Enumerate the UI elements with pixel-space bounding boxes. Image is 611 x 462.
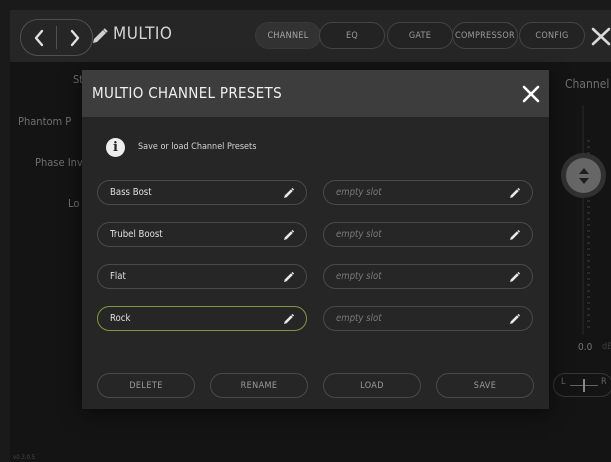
preset-slot-1[interactable]: Bass Bost [97, 180, 307, 205]
navigation-group [20, 19, 93, 56]
preset-slot-7[interactable]: Rock [97, 306, 307, 331]
preset-slot-6[interactable]: empty slot [323, 264, 533, 289]
tab-gate[interactable]: GATE [387, 22, 453, 49]
chevron-left-icon [34, 29, 43, 46]
rename-button[interactable]: RENAME [210, 373, 308, 398]
chevron-right-icon [70, 29, 79, 46]
preset-slot-4[interactable]: empty slot [323, 222, 533, 247]
pencil-icon[interactable] [283, 271, 295, 283]
pencil-icon[interactable] [509, 229, 521, 241]
save-button[interactable]: SAVE [436, 373, 534, 398]
preset-name: empty slot [336, 187, 382, 198]
preset-slot-5[interactable]: Flat [97, 264, 307, 289]
preset-slot-3[interactable]: Trubel Boost [97, 222, 307, 247]
next-button[interactable] [57, 20, 92, 55]
preset-name: empty slot [336, 313, 382, 324]
info-text: Save or load Channel Presets [138, 142, 257, 152]
preset-slot-8[interactable]: empty slot [323, 306, 533, 331]
pencil-icon[interactable] [283, 229, 295, 241]
preset-name: Rock [110, 313, 131, 324]
preset-name: empty slot [336, 271, 382, 282]
dialog-header: MULTIO CHANNEL PRESETS [82, 70, 549, 117]
pencil-icon[interactable] [283, 187, 295, 199]
info-icon: i [106, 138, 125, 157]
delete-button[interactable]: DELETE [97, 373, 195, 398]
preset-name: Bass Bost [110, 187, 152, 198]
preset-name: Flat [110, 271, 126, 282]
tab-config[interactable]: CONFIG [519, 22, 585, 49]
preset-name: empty slot [336, 229, 382, 240]
close-icon[interactable] [590, 24, 611, 48]
preset-name: Trubel Boost [110, 229, 163, 240]
preset-slot-2[interactable]: empty slot [323, 180, 533, 205]
tab-compressor[interactable]: COMPRESSOR [452, 22, 518, 49]
multio-app: MULTIO CHANNEL EQ GATE COMPRESSOR CONFIG… [10, 10, 611, 462]
app-title: MULTIO [113, 24, 173, 44]
tab-eq[interactable]: EQ [319, 22, 385, 49]
pencil-icon[interactable] [283, 313, 295, 325]
tab-channel[interactable]: CHANNEL [255, 22, 321, 49]
pencil-icon[interactable] [509, 313, 521, 325]
top-bar: MULTIO CHANNEL EQ GATE COMPRESSOR CONFIG [10, 10, 611, 62]
pencil-icon[interactable] [91, 27, 109, 45]
dialog-title: MULTIO CHANNEL PRESETS [92, 84, 282, 102]
load-button[interactable]: LOAD [323, 373, 421, 398]
pencil-icon[interactable] [509, 271, 521, 283]
previous-button[interactable] [21, 20, 56, 55]
pencil-icon[interactable] [509, 187, 521, 199]
presets-dialog: MULTIO CHANNEL PRESETS i Save or load Ch… [82, 70, 549, 409]
close-icon[interactable] [520, 83, 542, 105]
